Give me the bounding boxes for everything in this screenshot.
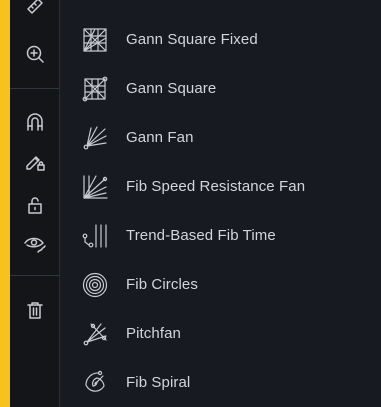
gann-fan-icon xyxy=(81,124,109,152)
magnet-icon xyxy=(24,111,46,138)
menu-item-fib-spiral[interactable]: Fib Spiral xyxy=(60,358,381,407)
fib-circles-icon xyxy=(81,271,109,299)
left-toolbar xyxy=(10,0,60,407)
ruler-button[interactable] xyxy=(10,0,59,28)
menu-item-fib-circles[interactable]: Fib Circles xyxy=(60,260,381,309)
menu-item-label: Pitchfan xyxy=(126,325,181,342)
zoom-in-button[interactable] xyxy=(10,36,59,76)
trash-icon xyxy=(24,299,46,326)
unlock-icon xyxy=(24,194,46,221)
menu-item-label: Fib Circles xyxy=(126,276,198,293)
fib-spiral-icon xyxy=(81,369,109,397)
menu-item-label: Gann Fan xyxy=(126,129,194,146)
menu-item-trend-based-fib-time[interactable]: Trend-Based Fib Time xyxy=(60,211,381,260)
unlock-button[interactable] xyxy=(10,187,59,227)
toolbar-divider xyxy=(10,275,59,276)
visibility-button[interactable] xyxy=(10,225,59,265)
menu-item-gann-square[interactable]: Gann Square xyxy=(60,64,381,113)
toolbar-divider xyxy=(10,88,59,89)
gann-square-icon xyxy=(81,75,109,103)
eye-icon xyxy=(23,231,47,260)
gann-fib-tools-menu: Gann Square Fixed Gann Square Gann Fan F… xyxy=(60,15,381,407)
magnet-button[interactable] xyxy=(10,104,59,144)
menu-item-label: Fib Spiral xyxy=(126,374,191,391)
pencil-lock-icon xyxy=(24,150,46,177)
menu-item-gann-square-fixed[interactable]: Gann Square Fixed xyxy=(60,15,381,64)
zoom-in-icon xyxy=(24,43,46,70)
menu-item-fib-speed-resistance-fan[interactable]: Fib Speed Resistance Fan xyxy=(60,162,381,211)
gann-square-fixed-icon xyxy=(81,26,109,54)
menu-item-label: Fib Speed Resistance Fan xyxy=(126,178,306,195)
lock-drawings-button[interactable] xyxy=(10,143,59,183)
menu-item-label: Gann Square xyxy=(126,80,217,97)
menu-item-gann-fan[interactable]: Gann Fan xyxy=(60,113,381,162)
menu-item-pitchfan[interactable]: Pitchfan xyxy=(60,309,381,358)
ruler-icon xyxy=(24,0,46,22)
menu-item-label: Gann Square Fixed xyxy=(126,31,258,48)
menu-item-label: Trend-Based Fib Time xyxy=(126,227,276,244)
trend-based-fib-time-icon xyxy=(81,222,109,250)
fib-speed-resistance-fan-icon xyxy=(81,173,109,201)
pitchfan-icon xyxy=(81,320,109,348)
remove-drawings-button[interactable] xyxy=(10,292,59,332)
